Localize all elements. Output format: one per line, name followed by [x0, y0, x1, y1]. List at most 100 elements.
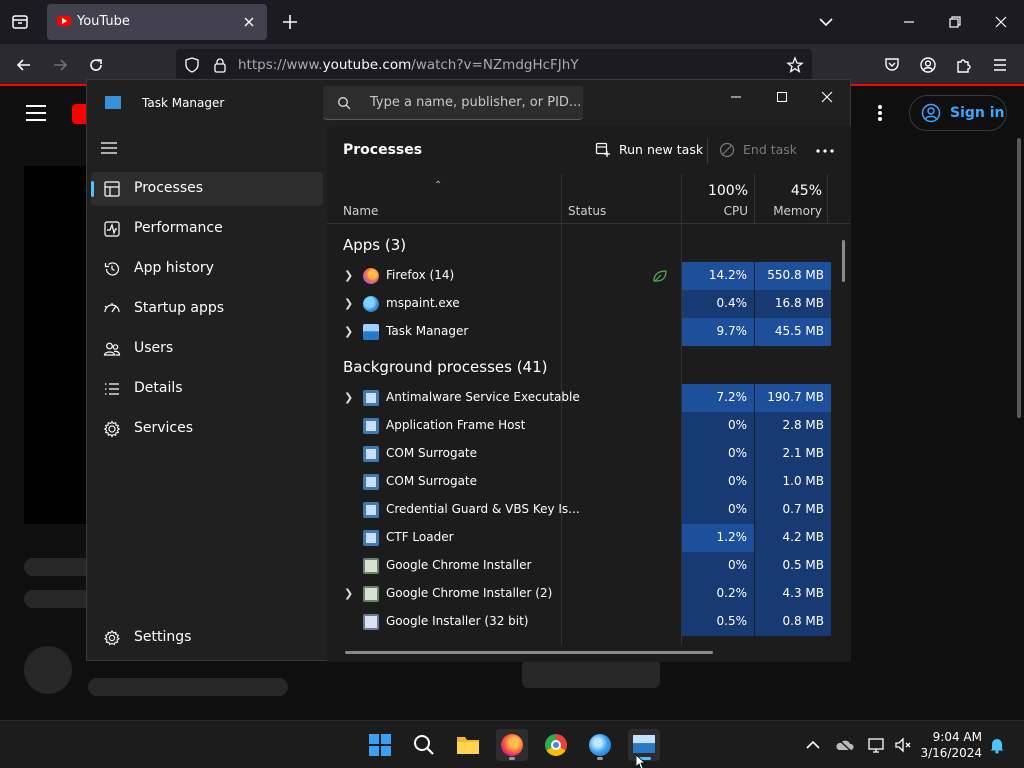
extensions-button[interactable]	[951, 52, 977, 78]
memory-value: 4.3 MB	[782, 586, 824, 600]
nav-item-services[interactable]: Services	[91, 412, 323, 446]
nav-item-users[interactable]: Users	[91, 332, 323, 366]
col-divider[interactable]	[827, 174, 828, 224]
close-icon	[995, 16, 1007, 28]
account-button[interactable]	[915, 52, 941, 78]
nav-label: Startup apps	[134, 300, 225, 316]
col-name[interactable]: Name	[343, 204, 378, 218]
col-memory[interactable]: Memory	[755, 204, 822, 218]
tm-minimize-button[interactable]	[721, 84, 751, 110]
chevron-up-icon[interactable]	[803, 735, 823, 755]
sign-in-label: Sign in	[950, 105, 1005, 121]
expand-chevron-icon[interactable]: ❯	[344, 269, 353, 282]
yt-avatar-skeleton	[24, 646, 72, 694]
yt-skeleton	[88, 678, 288, 696]
nav-label: Performance	[134, 220, 223, 236]
col-status[interactable]: Status	[568, 204, 606, 218]
table-row[interactable]: COM Surrogate 0% 2.1 MB	[327, 440, 831, 468]
yt-scrollbar[interactable]	[1017, 138, 1021, 418]
nav-item-details[interactable]: Details	[91, 372, 323, 406]
yt-menu-icon[interactable]	[26, 104, 46, 122]
horizontal-scrollbar[interactable]	[345, 651, 713, 654]
file-explorer-button[interactable]	[452, 729, 484, 761]
list-all-tabs-button[interactable]	[814, 10, 838, 34]
installer-icon	[363, 558, 379, 574]
yt-video-player[interactable]	[24, 166, 94, 524]
nav-item-processes[interactable]: Processes	[91, 172, 323, 206]
nav-item-performance[interactable]: Performance	[91, 212, 323, 246]
table-row[interactable]: ❯ Google Chrome Installer (2) 0.2% 4.3 M…	[327, 580, 831, 608]
table-row[interactable]: ❯ mspaint.exe 0.4% 16.8 MB	[327, 290, 831, 318]
new-tab-button[interactable]	[278, 10, 302, 34]
paint-taskbar-button[interactable]	[584, 729, 616, 761]
forward-button[interactable]	[47, 52, 73, 78]
table-row[interactable]: Application Frame Host 0% 2.8 MB	[327, 412, 831, 440]
col-divider[interactable]	[561, 174, 562, 224]
volume-muted-icon[interactable]	[893, 735, 913, 755]
account-icon	[920, 57, 936, 73]
browser-restore-button[interactable]	[941, 8, 969, 36]
nav-label: Details	[134, 380, 183, 396]
search-button[interactable]	[408, 729, 440, 761]
col-cpu[interactable]: CPU	[682, 204, 748, 218]
firefox-icon	[501, 734, 523, 756]
firefox-taskbar-button[interactable]	[496, 729, 528, 761]
bookmark-star-icon[interactable]	[786, 56, 804, 74]
reload-icon	[90, 59, 102, 71]
table-row[interactable]: ❯ Firefox (14) 14.2% 550.8 MB	[327, 262, 831, 290]
chrome-taskbar-button[interactable]	[540, 729, 572, 761]
memory-cell: 2.1 MB	[755, 440, 831, 468]
url-bar[interactable]: https://www.youtube.com/watch?v=NZmdgHcF…	[176, 49, 812, 81]
pocket-button[interactable]	[879, 52, 905, 78]
url-domain: youtube.com	[322, 57, 412, 73]
back-button[interactable]	[11, 52, 37, 78]
yt-sign-in-button[interactable]: Sign in	[909, 95, 1007, 131]
expand-chevron-icon[interactable]: ❯	[344, 391, 353, 404]
table-row[interactable]: ❯ Task Manager 9.7% 45.5 MB	[327, 318, 831, 346]
yt-skeleton	[522, 660, 660, 688]
expand-chevron-icon[interactable]: ❯	[344, 297, 353, 310]
plus-icon	[283, 15, 297, 29]
cpu-cell: 14.2%	[682, 262, 754, 290]
table-row[interactable]: Credential Guard & VBS Key Is... 0% 0.7 …	[327, 496, 831, 524]
reload-button[interactable]	[83, 52, 109, 78]
more-vert-icon[interactable]	[876, 104, 884, 122]
browser-minimize-button[interactable]	[895, 8, 923, 36]
memory-cell: 0.7 MB	[755, 496, 831, 524]
tm-maximize-button[interactable]	[767, 84, 797, 110]
installer-icon	[363, 614, 379, 630]
more-options-button[interactable]	[812, 138, 838, 164]
nav-item-settings[interactable]: Settings	[91, 621, 323, 655]
tab-youtube[interactable]: YouTube	[47, 4, 267, 40]
cpu-cell: 0%	[682, 440, 754, 468]
tab-close-button[interactable]	[239, 12, 259, 32]
notification-bell-icon[interactable]	[987, 735, 1007, 755]
network-icon[interactable]	[867, 735, 887, 755]
process-name: Google Installer (32 bit)	[386, 614, 529, 628]
memory-value: 45.5 MB	[774, 324, 824, 338]
cpu-cell: 9.7%	[682, 318, 754, 346]
tm-close-button[interactable]	[812, 84, 842, 110]
app-menu-button[interactable]	[987, 52, 1013, 78]
tab-title: YouTube	[77, 14, 130, 29]
nav-item-app-history[interactable]: App history	[91, 252, 323, 286]
settings-gear-icon	[104, 630, 120, 646]
table-row[interactable]: Google Installer (32 bit) 0.5% 0.8 MB	[327, 608, 831, 636]
table-row[interactable]: ❯ Antimalware Service Executable 7.2% 19…	[327, 384, 831, 412]
search-input[interactable]: Type a name, publisher, or PID...	[323, 86, 583, 120]
onedrive-cloud-icon[interactable]	[835, 735, 855, 755]
nav-label: Users	[134, 340, 174, 356]
expand-chevron-icon[interactable]: ❯	[344, 587, 353, 600]
system-clock[interactable]: 9:04 AM 3/16/2024	[920, 729, 982, 761]
nav-toggle-button[interactable]	[101, 140, 123, 160]
firefox-view-button[interactable]	[6, 8, 34, 36]
cpu-value: 9.7%	[716, 324, 748, 338]
expand-chevron-icon[interactable]: ❯	[344, 325, 353, 338]
browser-close-button[interactable]	[987, 8, 1015, 36]
table-row[interactable]: COM Surrogate 0% 1.0 MB	[327, 468, 831, 496]
start-button[interactable]	[364, 729, 396, 761]
nav-item-startup-apps[interactable]: Startup apps	[91, 292, 323, 326]
vertical-scrollbar[interactable]	[842, 240, 845, 282]
table-row[interactable]: Google Chrome Installer 0% 0.5 MB	[327, 552, 831, 580]
table-row[interactable]: CTF Loader 1.2% 4.2 MB	[327, 524, 831, 552]
